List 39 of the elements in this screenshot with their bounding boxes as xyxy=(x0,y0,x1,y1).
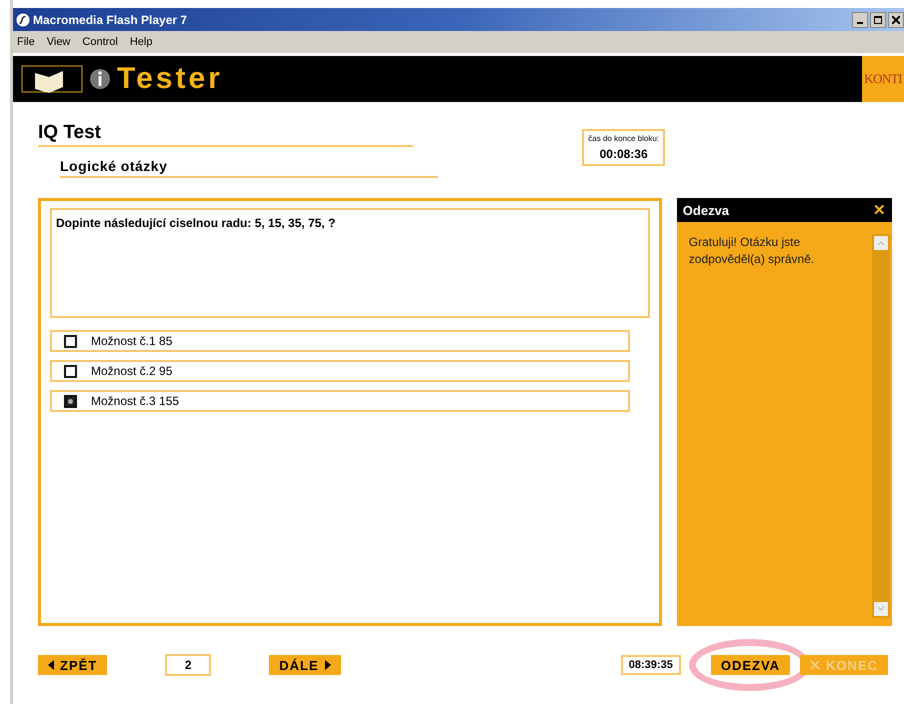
feedback-title: Odezva xyxy=(682,202,730,218)
info-icon xyxy=(89,68,111,90)
close-button[interactable]: ✕ xyxy=(873,201,886,219)
back-button[interactable]: ZPĚT xyxy=(38,655,108,675)
answer-option[interactable]: Možnost č.3 155 xyxy=(50,390,630,412)
page-number: 2 xyxy=(165,654,212,676)
menu-item[interactable]: Control xyxy=(82,36,118,48)
timer-label: čas do konce bloku: xyxy=(588,134,659,143)
minimize-icon xyxy=(857,22,863,24)
question-text: Dopinte následující ciselnou radu: 5, 15, 35, 75, ? xyxy=(56,216,336,230)
window-title: Macromedia Flash Player 7 xyxy=(33,12,188,27)
feedback-text: Gratuluji! Otázku jste zodpověděl(a) správně. xyxy=(688,234,816,268)
section-title: Logické otázky xyxy=(60,158,438,178)
close-button[interactable] xyxy=(888,12,904,28)
answer-option[interactable]: Možnost č.2 95 xyxy=(50,360,630,382)
test-title: IQ Test xyxy=(38,122,413,147)
book-drawing xyxy=(21,65,83,93)
option-label: Možnost č.1 85 xyxy=(91,334,172,348)
timer-value: 00:08:36 xyxy=(600,147,648,161)
logo: KONTI xyxy=(862,56,904,102)
option-label: Možnost č.2 95 xyxy=(91,364,172,378)
app-title: Tester xyxy=(117,62,223,96)
next-button[interactable]: DÁLE xyxy=(269,655,341,675)
maximize-button[interactable] xyxy=(870,12,886,28)
footer-button[interactable]: ODEZVA xyxy=(710,655,790,675)
checkbox[interactable] xyxy=(64,394,77,408)
clock: 08:39:35 xyxy=(620,655,681,675)
close-icon xyxy=(810,660,820,670)
option-label: Možnost č.3 155 xyxy=(91,394,180,408)
flash-icon xyxy=(16,12,30,27)
checkbox[interactable] xyxy=(64,364,77,378)
maximize-icon xyxy=(874,16,882,24)
menu-item[interactable]: View xyxy=(46,36,70,48)
checkbox[interactable] xyxy=(64,334,77,348)
menu-item[interactable]: File xyxy=(17,36,35,48)
menu-item[interactable]: Help xyxy=(130,36,152,48)
close-icon xyxy=(892,16,900,24)
answer-option[interactable]: Možnost č.1 85 xyxy=(50,330,630,352)
minimize-button[interactable] xyxy=(852,12,868,28)
